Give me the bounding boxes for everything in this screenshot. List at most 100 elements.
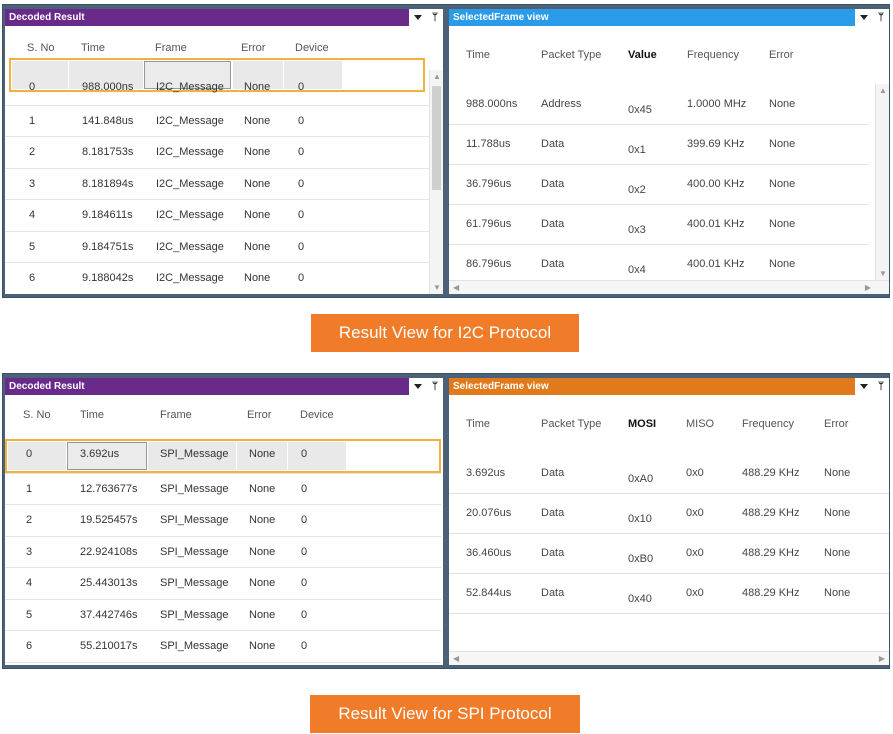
pin-icon[interactable]: ᛘ	[878, 381, 884, 392]
cell-frame: SPI_Message	[148, 473, 237, 505]
table-row[interactable]: 1 12.763677s SPI_Message None 0	[5, 473, 441, 505]
table-row[interactable]: 52.844us Data 0x40 0x0 488.29 KHz None	[449, 573, 889, 614]
cell-sno: 5	[5, 599, 67, 631]
table-row[interactable]: 11.788us Data 0x1 399.69 KHz None	[449, 124, 869, 165]
cell-frequency: 488.29 KHz	[726, 573, 808, 614]
cell-device: 0	[288, 599, 441, 631]
cell-frame: SPI_Message	[148, 567, 237, 600]
table-row[interactable]: 3.692us Data 0xA0 0x0 488.29 KHz None	[449, 453, 889, 494]
table-row[interactable]: 36.796us Data 0x2 400.00 KHz None	[449, 164, 869, 205]
scroll-left-arrow-icon[interactable]: ◀	[453, 283, 459, 292]
cell-device: 0	[288, 567, 441, 600]
cell-sno: 0	[5, 70, 68, 106]
column-header-error[interactable]: Error	[753, 26, 869, 84]
vertical-scrollbar[interactable]: ▲ ▼	[875, 84, 889, 280]
table-row[interactable]: 3 22.924108s SPI_Message None 0	[5, 536, 441, 568]
scroll-right-arrow-icon[interactable]: ▶	[865, 283, 871, 292]
table-row[interactable]: 2 19.525457s SPI_Message None 0	[5, 504, 441, 537]
spi-result-window: Decoded Result ᛘ S. No Time Frame Error …	[2, 373, 890, 669]
cell-error: None	[808, 493, 889, 534]
column-header-frame[interactable]: Frame	[143, 26, 231, 70]
column-header-frame[interactable]: Frame	[148, 395, 237, 435]
cell-error: None	[231, 262, 283, 294]
table-row[interactable]: 5 9.184751s I2C_Message None 0	[5, 231, 429, 263]
column-header-error[interactable]: Error	[808, 395, 889, 453]
pin-icon[interactable]: ᛘ	[432, 381, 438, 392]
column-header-miso[interactable]: MISO	[670, 395, 726, 453]
spi-frame-title: SelectedFrame view	[449, 378, 855, 395]
column-header-error[interactable]: Error	[231, 26, 283, 70]
column-header-sno[interactable]: S. No	[5, 395, 67, 435]
cell-error: None	[753, 204, 869, 245]
scroll-down-arrow-icon[interactable]: ▼	[879, 269, 887, 278]
cell-packet-type: Data	[523, 493, 612, 534]
cell-packet-type: Data	[523, 573, 612, 614]
table-row[interactable]: 86.796us Data 0x4 400.01 KHz None	[449, 244, 869, 285]
cell-frequency: 400.01 KHz	[670, 244, 753, 285]
table-row[interactable]: 1 141.848us I2C_Message None 0	[5, 105, 429, 137]
table-row[interactable]: 4 9.184611s I2C_Message None 0	[5, 199, 429, 232]
column-header-device[interactable]: Device	[283, 26, 429, 70]
table-row[interactable]: 20.076us Data 0x10 0x0 488.29 KHz None	[449, 493, 889, 534]
column-header-mosi[interactable]: MOSI	[612, 395, 670, 453]
scroll-left-arrow-icon[interactable]: ◀	[453, 654, 459, 663]
vertical-scrollbar[interactable]: ▲ ▼	[429, 70, 443, 294]
pin-icon[interactable]: ᛘ	[878, 12, 884, 23]
table-row[interactable]: 0 988.000ns I2C_Message None 0	[5, 70, 429, 106]
column-header-frequency[interactable]: Frequency	[670, 26, 753, 84]
pin-icon[interactable]: ᛘ	[432, 12, 438, 23]
i2c-decoded-table: S. No Time Frame Error Device 0 988.000n…	[5, 26, 429, 294]
scroll-up-arrow-icon[interactable]: ▲	[433, 72, 441, 81]
cell-time: 9.188042s	[68, 262, 143, 294]
column-header-packet-type[interactable]: Packet Type	[523, 395, 612, 453]
cell-sno: 1	[5, 473, 67, 505]
column-header-time[interactable]: Time	[67, 395, 148, 435]
cell-frame: SPI_Message	[148, 435, 237, 474]
dropdown-triangle-icon[interactable]	[860, 15, 868, 20]
cell-error: None	[237, 630, 288, 663]
spi-decoded-titlebar: Decoded Result ᛘ	[5, 378, 443, 395]
column-header-time[interactable]: Time	[449, 26, 523, 84]
table-row[interactable]: 4 25.443013s SPI_Message None 0	[5, 567, 441, 600]
horizontal-scrollbar[interactable]: ◀ ▶	[449, 651, 889, 665]
dropdown-triangle-icon[interactable]	[414, 384, 422, 389]
column-header-device[interactable]: Device	[288, 395, 441, 435]
dropdown-triangle-icon[interactable]	[860, 384, 868, 389]
table-row[interactable]: 6 9.188042s I2C_Message None 0	[5, 262, 429, 294]
dropdown-triangle-icon[interactable]	[414, 15, 422, 20]
cell-error: None	[753, 84, 869, 125]
table-row[interactable]: 0 3.692us SPI_Message None 0	[5, 435, 441, 474]
cell-miso: 0x0	[670, 573, 726, 614]
scroll-right-arrow-icon[interactable]: ▶	[879, 654, 885, 663]
column-header-time[interactable]: Time	[68, 26, 143, 70]
table-row[interactable]: 36.460us Data 0xB0 0x0 488.29 KHz None	[449, 533, 889, 574]
scroll-up-arrow-icon[interactable]: ▲	[879, 86, 887, 95]
cell-miso: 0x0	[670, 453, 726, 494]
table-row[interactable]: 5 37.442746s SPI_Message None 0	[5, 599, 441, 631]
cell-error: None	[231, 70, 283, 106]
cell-value: 0x45	[610, 84, 670, 125]
table-row[interactable]: 2 8.181753s I2C_Message None 0	[5, 136, 429, 169]
cell-device: 0	[283, 105, 429, 137]
column-header-value[interactable]: Value	[610, 26, 670, 84]
cell-time: 22.924108s	[67, 536, 148, 568]
scrollbar-thumb[interactable]	[432, 86, 441, 190]
i2c-frame-table: Time Packet Type Value Frequency Error 9…	[449, 26, 869, 285]
cell-error: None	[237, 504, 288, 537]
table-row[interactable]: 3 8.181894s I2C_Message None 0	[5, 168, 429, 200]
table-row[interactable]: 988.000ns Address 0x45 1.0000 MHz None	[449, 84, 869, 125]
column-header-error[interactable]: Error	[237, 395, 288, 435]
column-header-sno[interactable]: S. No	[5, 26, 68, 70]
cell-device: 0	[288, 473, 441, 505]
table-row[interactable]: 61.796us Data 0x3 400.01 KHz None	[449, 204, 869, 245]
table-row[interactable]: 6 55.210017s SPI_Message None 0	[5, 630, 441, 663]
horizontal-scrollbar[interactable]: ◀ ▶	[449, 280, 889, 294]
column-header-frequency[interactable]: Frequency	[726, 395, 808, 453]
column-header-time[interactable]: Time	[449, 395, 523, 453]
i2c-frame-title: SelectedFrame view	[449, 9, 855, 26]
cell-packet-type: Data	[523, 164, 610, 205]
cell-time: 9.184751s	[68, 231, 143, 263]
scroll-down-arrow-icon[interactable]: ▼	[433, 283, 441, 292]
cell-device: 0	[283, 262, 429, 294]
column-header-packet-type[interactable]: Packet Type	[523, 26, 610, 84]
